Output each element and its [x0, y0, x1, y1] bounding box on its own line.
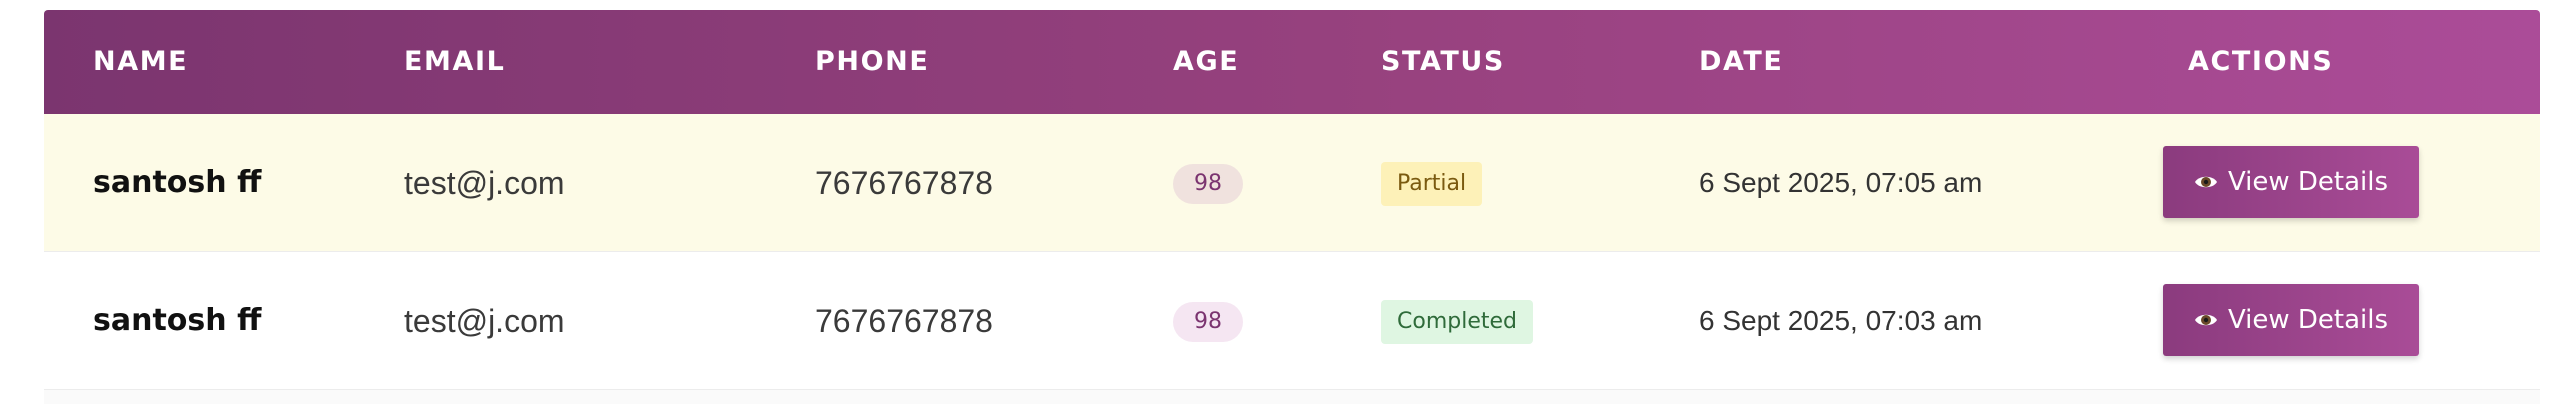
cell-phone: 7676767878 — [815, 165, 993, 201]
age-badge: 98 — [1173, 302, 1243, 342]
table-row: santosh ff test@j.com 7676767878 98 Part… — [44, 114, 2540, 252]
column-header-name: NAME — [93, 46, 189, 77]
column-header-date: DATE — [1699, 46, 1784, 77]
view-details-label: View Details — [2227, 167, 2389, 197]
view-details-label: View Details — [2227, 305, 2389, 335]
status-badge: Completed — [1381, 300, 1533, 344]
column-header-status: STATUS — [1381, 46, 1505, 77]
table-header: NAME EMAIL PHONE AGE STATUS DATE ACTIONS — [44, 10, 2540, 114]
view-details-button[interactable]: View Details — [2163, 146, 2419, 218]
cell-email: test@j.com — [404, 303, 565, 339]
column-header-phone: PHONE — [815, 46, 930, 77]
view-details-button[interactable]: View Details — [2163, 284, 2419, 356]
eye-icon — [2194, 314, 2217, 326]
cell-date: 6 Sept 2025, 07:03 am — [1699, 305, 1983, 336]
cell-date: 6 Sept 2025, 07:05 am — [1699, 167, 1983, 198]
submissions-table: NAME EMAIL PHONE AGE STATUS DATE ACTIONS… — [44, 10, 2540, 404]
cell-name: santosh ff — [93, 165, 262, 200]
cell-email: test@j.com — [404, 165, 565, 201]
age-badge: 98 — [1173, 164, 1243, 204]
cell-phone: 7676767878 — [815, 303, 993, 339]
column-header-age: AGE — [1173, 46, 1240, 77]
status-badge: Partial — [1381, 162, 1483, 206]
column-header-email: EMAIL — [404, 46, 506, 77]
column-header-actions: ACTIONS — [2188, 46, 2334, 77]
table-row: santosh ff test@j.com 7676767878 98 Comp… — [44, 252, 2540, 390]
cell-name: santosh ff — [93, 303, 262, 338]
eye-icon — [2194, 176, 2217, 188]
